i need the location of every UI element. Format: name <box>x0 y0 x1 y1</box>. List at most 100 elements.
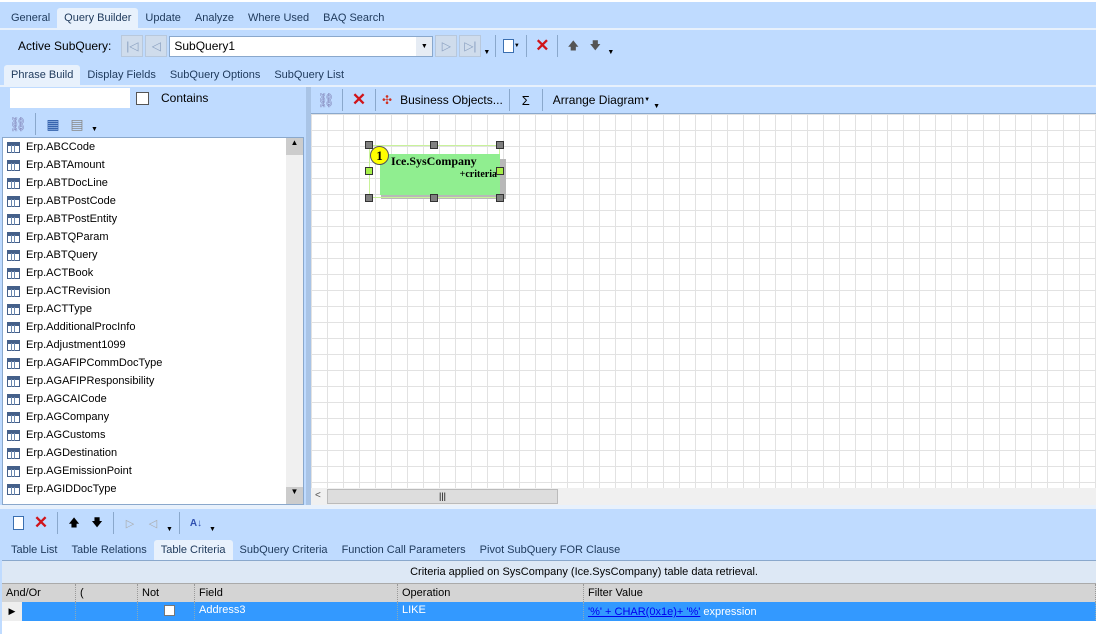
tab-table-relations[interactable]: Table Relations <box>64 540 153 560</box>
column-header[interactable]: Filter Value <box>584 584 1096 602</box>
vertical-scrollbar[interactable]: ▲ ▼ <box>286 138 303 504</box>
delete-table-button[interactable]: ✕ <box>349 89 369 111</box>
new-subquery-button[interactable]: ▼ <box>501 35 521 57</box>
list-item[interactable]: Erp.AGEmissionPoint <box>3 462 303 480</box>
table-icon <box>7 447 20 459</box>
horizontal-scrollbar[interactable]: < ||| <box>311 488 1096 505</box>
table-name: Erp.ABCCode <box>26 141 96 153</box>
list-item[interactable]: Erp.ABTPostEntity <box>3 210 303 228</box>
list-item[interactable]: Erp.ABTDocLine <box>3 174 303 192</box>
operation-cell[interactable]: LIKE <box>398 602 584 620</box>
filter-value-cell[interactable]: '%' + CHAR(0x1e)+ '%' expression <box>584 602 1096 620</box>
table-icon <box>7 357 20 369</box>
list-item[interactable]: Erp.AdditionalProcInfo <box>3 318 303 336</box>
not-cell[interactable] <box>138 602 195 620</box>
scroll-thumb[interactable]: ||| <box>327 489 558 504</box>
column-header[interactable]: Not <box>138 584 195 602</box>
sort-az-icon[interactable]: A↓ <box>186 512 206 534</box>
move-up-button[interactable]: 🡅 <box>563 35 583 57</box>
move-down-button[interactable]: 🡇 <box>87 512 107 534</box>
sub-tabs: Phrase Build Display Fields SubQuery Optio… <box>4 61 351 85</box>
and-or-cell[interactable] <box>22 602 76 620</box>
list-item[interactable]: Erp.AGCustoms <box>3 426 303 444</box>
move-down-button[interactable]: 🡇 <box>585 35 605 57</box>
tab-pivot-subquery-for-clause[interactable]: Pivot SubQuery FOR Clause <box>473 540 628 560</box>
first-button[interactable]: |◁ <box>121 35 144 57</box>
move-up-button[interactable]: 🡅 <box>64 512 84 534</box>
list-item[interactable]: Erp.ABTQuery <box>3 246 303 264</box>
table-search-input[interactable] <box>10 88 130 108</box>
new-criteria-button[interactable] <box>8 512 28 534</box>
table-icon <box>7 249 20 261</box>
paren-cell[interactable] <box>76 602 138 620</box>
tab-display-fields[interactable]: Display Fields <box>80 65 162 85</box>
overflow-icon[interactable]: ▼ <box>166 526 173 533</box>
list-item[interactable]: Erp.AGIDDocType <box>3 480 303 498</box>
tab-query-builder[interactable]: Query Builder <box>57 8 139 28</box>
link-icon[interactable]: ⛓ <box>8 113 28 135</box>
link-icon[interactable]: ⛓ <box>316 89 336 111</box>
list-item[interactable]: Erp.AGAFIPCommDocType <box>3 354 303 372</box>
prev-button[interactable]: ◁ <box>145 35 168 57</box>
tab-subquery-list[interactable]: SubQuery List <box>267 65 351 85</box>
list-item[interactable]: Erp.ACTBook <box>3 264 303 282</box>
new-document-icon <box>502 39 514 53</box>
column-header[interactable]: Operation <box>398 584 584 602</box>
overflow-icon[interactable]: ▼ <box>607 49 614 56</box>
overflow-icon[interactable]: ▼ <box>483 49 490 56</box>
tab-function-call-parameters[interactable]: Function Call Parameters <box>335 540 473 560</box>
filter-value-link[interactable]: '%' + CHAR(0x1e)+ '%' <box>588 606 700 618</box>
tab-where-used[interactable]: Where Used <box>241 8 316 28</box>
indent-right-button[interactable]: ▷ <box>120 512 140 534</box>
list-item[interactable]: Erp.AGAFIPResponsibility <box>3 372 303 390</box>
tab-phrase-build[interactable]: Phrase Build <box>4 65 81 85</box>
scroll-thumb[interactable] <box>287 158 302 160</box>
not-checkbox[interactable] <box>164 605 175 616</box>
tab-baq-search[interactable]: BAQ Search <box>316 8 391 28</box>
list-item[interactable]: Erp.ABTQParam <box>3 228 303 246</box>
tab-analyze[interactable]: Analyze <box>188 8 241 28</box>
overflow-icon[interactable]: ▼ <box>653 103 660 110</box>
list-item[interactable]: Erp.AGDestination <box>3 444 303 462</box>
tab-update[interactable]: Update <box>138 8 187 28</box>
tab-subquery-criteria[interactable]: SubQuery Criteria <box>233 540 335 560</box>
last-button[interactable]: ▷| <box>459 35 482 57</box>
table-name: Erp.ACTType <box>26 303 93 315</box>
list-item[interactable]: Erp.ABTPostCode <box>3 192 303 210</box>
overflow-icon[interactable]: ▼ <box>209 526 216 533</box>
calculator-icon[interactable]: ▤ <box>67 113 87 135</box>
column-header[interactable]: ( <box>76 584 138 602</box>
overflow-icon[interactable]: ▼ <box>91 126 98 133</box>
table-name: Erp.ACTBook <box>26 267 94 279</box>
field-cell[interactable]: Address3 <box>195 602 398 620</box>
tab-subquery-options[interactable]: SubQuery Options <box>163 65 268 85</box>
arrange-diagram-button[interactable]: Arrange Diagram ▼ <box>549 89 650 111</box>
contains-checkbox[interactable] <box>136 92 149 105</box>
column-header[interactable]: Field <box>195 584 398 602</box>
column-header[interactable]: And/Or <box>2 584 76 602</box>
diagram-canvas[interactable]: 1 Ice.SysCompany +criteria <box>311 113 1096 488</box>
business-objects-button[interactable]: ✣ Business Objects... <box>382 89 503 111</box>
table-row[interactable]: ▶ Address3 LIKE '%' + CHAR(0x1e)+ '%' ex… <box>2 602 1096 621</box>
tab-table-criteria[interactable]: Table Criteria <box>153 540 233 560</box>
list-item[interactable]: Erp.Adjustment1099 <box>3 336 303 354</box>
list-item[interactable]: Erp.ACTRevision <box>3 282 303 300</box>
table-icon[interactable]: ▦ <box>43 113 63 135</box>
table-node-ice-syscompany[interactable]: 1 Ice.SysCompany +criteria <box>365 141 506 202</box>
tab-table-list[interactable]: Table List <box>4 540 64 560</box>
table-name: Erp.AGCustoms <box>26 429 106 441</box>
next-button[interactable]: ▷ <box>435 35 458 57</box>
subquery-select[interactable]: SubQuery1 ▼ <box>169 35 434 57</box>
delete-criteria-button[interactable]: ✕ <box>31 512 51 534</box>
list-item[interactable]: Erp.ACTType <box>3 300 303 318</box>
tab-general[interactable]: General <box>4 8 57 28</box>
list-item[interactable]: Erp.AGCompany <box>3 408 303 426</box>
table-name: Erp.Adjustment1099 <box>26 339 126 351</box>
list-item[interactable]: Erp.AGCAICode <box>3 390 303 408</box>
list-item[interactable]: Erp.ABCCode <box>3 138 303 156</box>
indent-left-button[interactable]: ◁ <box>143 512 163 534</box>
sum-button[interactable]: Σ <box>516 89 536 111</box>
delete-subquery-button[interactable]: ✕ <box>532 35 552 57</box>
table-list: Erp.ABCCode Erp.ABTAmount Erp.ABTDocLine Er… <box>2 137 304 505</box>
list-item[interactable]: Erp.ABTAmount <box>3 156 303 174</box>
